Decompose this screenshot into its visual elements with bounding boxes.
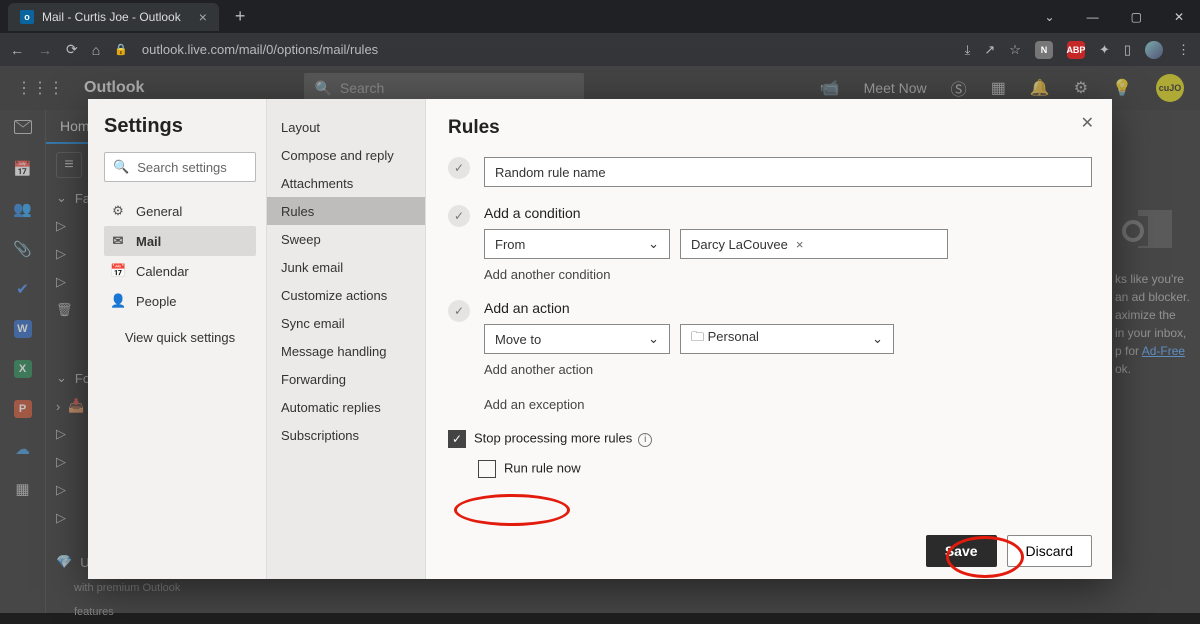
sub-customize[interactable]: Customize actions [267, 281, 425, 309]
sub-subs[interactable]: Subscriptions [267, 421, 425, 449]
close-panel-icon[interactable]: ✕ [1081, 113, 1094, 133]
step-check-icon: ✓ [448, 300, 470, 322]
settings-title: Settings [104, 115, 256, 138]
settings-search-placeholder: Search settings [137, 160, 227, 175]
info-icon[interactable]: i [638, 433, 652, 447]
category-label: General [136, 204, 182, 219]
chip-label: Darcy LaCouvee [691, 237, 788, 252]
install-app-icon[interactable]: ⤓ [965, 42, 971, 58]
save-button[interactable]: Save [926, 535, 997, 567]
chevron-down-icon: ⌄ [872, 331, 883, 347]
category-people[interactable]: 👤 People [104, 286, 256, 316]
panel-icon[interactable]: ▯ [1124, 42, 1131, 58]
folder-value: Personal [708, 329, 759, 344]
bookmark-icon[interactable]: ☆ [1009, 42, 1021, 58]
add-condition-label: Add a condition [484, 205, 1092, 221]
tab-title: Mail - Curtis Joe - Outlook [42, 10, 181, 24]
add-another-action-link[interactable]: Add another action [484, 362, 1092, 377]
tab-favicon: o [20, 10, 34, 24]
chevron-down-icon: ⌄ [648, 331, 659, 347]
stop-processing-label: Stop processing more rules [474, 430, 632, 445]
gear-icon: ⚙ [110, 203, 126, 219]
condition-value: From [495, 237, 525, 252]
category-general[interactable]: ⚙ General [104, 196, 256, 226]
action-dropdown[interactable]: Move to ⌄ [484, 324, 670, 354]
save-label: Save [945, 543, 978, 559]
tab-close-icon[interactable]: × [199, 9, 207, 25]
search-icon: 🔍 [113, 159, 129, 175]
settings-search-input[interactable]: 🔍 Search settings [104, 152, 256, 182]
nav-back-icon[interactable]: ← [10, 42, 24, 58]
extensions-icon[interactable]: ✦ [1099, 42, 1110, 58]
sub-rules[interactable]: Rules [267, 197, 425, 225]
rule-name-input[interactable]: Random rule name [484, 157, 1092, 187]
settings-panel: Settings 🔍 Search settings ⚙ General ✉ Mai… [88, 99, 1112, 579]
settings-categories: Settings 🔍 Search settings ⚙ General ✉ Mai… [88, 99, 266, 579]
people-icon: 👤 [110, 293, 126, 309]
category-label: Mail [136, 234, 161, 249]
nav-home-icon[interactable]: ⌂ [92, 42, 100, 58]
add-exception-link[interactable]: Add an exception [484, 397, 1092, 412]
sub-sweep[interactable]: Sweep [267, 225, 425, 253]
discard-button[interactable]: Discard [1007, 535, 1092, 567]
sub-sync[interactable]: Sync email [267, 309, 425, 337]
browser-titlebar: o Mail - Curtis Joe - Outlook × + ⌄ — ▢ … [0, 0, 1200, 33]
view-quick-settings-link[interactable]: View quick settings [104, 330, 256, 345]
sub-junk[interactable]: Junk email [267, 253, 425, 281]
chevron-down-icon: ⌄ [648, 236, 659, 252]
rules-editor: ✕ Rules ✓ Random rule name ✓ Add a condi… [426, 99, 1112, 579]
sub-forward[interactable]: Forwarding [267, 365, 425, 393]
category-label: People [136, 294, 176, 309]
rules-title: Rules [448, 117, 1092, 139]
add-action-label: Add an action [484, 300, 1092, 316]
sub-layout[interactable]: Layout [267, 113, 425, 141]
new-tab-button[interactable]: + [229, 6, 252, 27]
browser-address-bar: ← → ⟳ ⌂ 🔒 outlook.live.com/mail/0/option… [0, 33, 1200, 66]
nav-forward-icon[interactable]: → [38, 42, 52, 58]
action-folder-dropdown[interactable]: 🗀 Personal ⌄ [680, 324, 894, 354]
sub-attachments[interactable]: Attachments [267, 169, 425, 197]
address-url[interactable]: outlook.live.com/mail/0/options/mail/rul… [142, 42, 378, 57]
discard-label: Discard [1026, 543, 1073, 559]
minimize-icon[interactable]: — [1081, 6, 1105, 28]
sub-message[interactable]: Message handling [267, 337, 425, 365]
run-rule-now-checkbox[interactable] [478, 460, 496, 478]
share-icon[interactable]: ↗ [984, 42, 995, 58]
add-another-condition-link[interactable]: Add another condition [484, 267, 1092, 282]
category-mail[interactable]: ✉ Mail [104, 226, 256, 256]
nav-reload-icon[interactable]: ⟳ [66, 41, 78, 58]
browser-tab[interactable]: o Mail - Curtis Joe - Outlook × [8, 3, 219, 31]
category-label: Calendar [136, 264, 189, 279]
folder-icon: 🗀 [691, 329, 704, 344]
kebab-menu-icon[interactable]: ⋮ [1177, 42, 1190, 58]
condition-dropdown[interactable]: From ⌄ [484, 229, 670, 259]
condition-person-chip[interactable]: Darcy LaCouvee × [680, 229, 948, 259]
sub-auto[interactable]: Automatic replies [267, 393, 425, 421]
stop-processing-checkbox[interactable]: ✓ [448, 430, 466, 448]
lock-icon[interactable]: 🔒 [114, 43, 128, 56]
step-check-icon: ✓ [448, 205, 470, 227]
calendar-icon: 📅 [110, 263, 126, 279]
settings-subcategories: Layout Compose and reply Attachments Rul… [266, 99, 426, 579]
action-value: Move to [495, 332, 541, 347]
sub-compose[interactable]: Compose and reply [267, 141, 425, 169]
run-rule-now-label: Run rule now [504, 460, 581, 475]
remove-chip-icon[interactable]: × [796, 237, 804, 252]
maximize-icon[interactable]: ▢ [1125, 6, 1148, 28]
step-check-icon: ✓ [448, 157, 470, 179]
rule-name-value: Random rule name [495, 165, 606, 180]
category-calendar[interactable]: 📅 Calendar [104, 256, 256, 286]
profile-avatar-icon[interactable] [1145, 41, 1163, 59]
chevron-down-icon[interactable]: ⌄ [1039, 6, 1061, 28]
mail-icon: ✉ [110, 233, 126, 249]
close-icon[interactable]: ✕ [1168, 6, 1190, 28]
window-buttons: ⌄ — ▢ ✕ [1039, 6, 1190, 28]
extension-icon[interactable]: N [1035, 41, 1053, 59]
adblock-icon[interactable]: ABP [1067, 41, 1085, 59]
